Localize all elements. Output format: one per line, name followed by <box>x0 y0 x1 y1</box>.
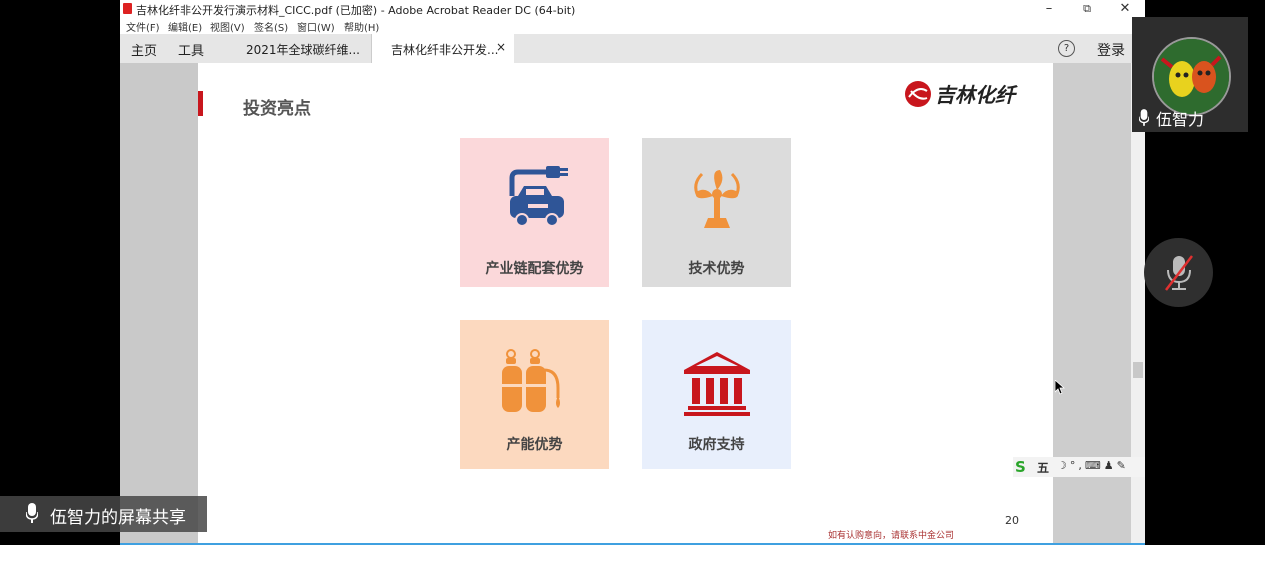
login-button[interactable]: 登录 <box>1097 40 1125 60</box>
restore-button[interactable]: ⧉ <box>1077 2 1097 16</box>
close-button[interactable]: ✕ <box>1115 1 1135 16</box>
page-number: 20 <box>1005 514 1019 527</box>
document-tab-jilin[interactable]: 吉林化纤非公开发... × <box>372 34 514 63</box>
screen-share-text: 伍智力的屏幕共享 <box>50 508 186 528</box>
menu-view[interactable]: 视图(V) <box>210 19 245 34</box>
tools-tab[interactable]: 工具 <box>178 40 204 59</box>
gas-cylinder-icon <box>502 349 560 412</box>
card-label: 技术优势 <box>688 261 745 277</box>
microphone-icon <box>26 503 38 523</box>
close-tab-icon[interactable]: × <box>496 40 506 54</box>
government-building-icon <box>684 352 750 416</box>
ime-mode[interactable]: 五 <box>1037 459 1049 476</box>
tab-bar: 主页 工具 2021年全球碳纤维... 吉林化纤非公开发... × ? 登录 <box>120 34 1132 64</box>
menu-sign[interactable]: 签名(S) <box>254 19 288 34</box>
pdf-page: 投资亮点 吉林化纤 产业链配套优势 技术优势 产能优势 政府支持 如有认购意向，… <box>198 63 1053 545</box>
card-industry-chain: 产业链配套优势 <box>460 138 609 287</box>
home-indicator[interactable] <box>552 554 763 559</box>
menu-bar: 文件(F) 编辑(E) 视图(V) 签名(S) 窗口(W) 帮助(H) <box>120 18 1145 34</box>
participant-name: 伍智力 <box>1156 110 1205 129</box>
card-technology: 技术优势 <box>642 138 791 287</box>
title-bar: 吉林化纤非公开发行演示材料_CICC.pdf (已加密) - Adobe Acr… <box>120 0 1145 18</box>
home-tab[interactable]: 主页 <box>131 40 157 59</box>
page-title: 投资亮点 <box>243 99 311 119</box>
title-accent-bar <box>198 91 203 116</box>
ime-toolbar[interactable]: S 五 ☽°,⌨♟✎ <box>1013 457 1145 477</box>
card-capacity: 产能优势 <box>460 320 609 469</box>
mouse-cursor-icon <box>1055 380 1065 395</box>
contact-footnote: 如有认购意向，请联系中金公司 <box>828 531 955 541</box>
logo-text: 吉林化纤 <box>935 83 1015 107</box>
menu-window[interactable]: 窗口(W) <box>297 19 335 34</box>
screen-share-label: 伍智力的屏幕共享 <box>0 496 207 532</box>
document-tab-carbon-fiber[interactable]: 2021年全球碳纤维... <box>228 34 372 63</box>
document-tab-label: 吉林化纤非公开发... <box>391 43 499 57</box>
scrollbar-thumb[interactable] <box>1133 362 1143 378</box>
menu-file[interactable]: 文件(F) <box>126 19 160 34</box>
mute-button[interactable] <box>1144 238 1213 307</box>
car-charging-icon <box>509 166 568 227</box>
card-government: 政府支持 <box>642 320 791 469</box>
menu-edit[interactable]: 编辑(E) <box>168 19 202 34</box>
minimize-button[interactable]: – <box>1039 1 1059 16</box>
help-icon[interactable]: ? <box>1058 40 1075 57</box>
window-title: 吉林化纤非公开发行演示材料_CICC.pdf (已加密) - Adobe Acr… <box>136 4 576 17</box>
taskbar-highlight <box>120 543 1145 545</box>
sogou-logo-icon: S <box>1015 458 1026 476</box>
card-label: 产能优势 <box>506 437 563 453</box>
participant-tile[interactable]: 伍智力 <box>1132 17 1248 132</box>
fan-icon <box>694 170 740 228</box>
microphone-icon <box>1139 109 1149 126</box>
document-tab-label: 2021年全球碳纤维... <box>246 43 360 57</box>
pdf-icon <box>123 3 132 14</box>
microphone-muted-icon <box>1165 255 1193 291</box>
left-gray-panel <box>120 63 198 545</box>
card-label: 政府支持 <box>688 437 745 453</box>
menu-help[interactable]: 帮助(H) <box>344 19 379 34</box>
card-label: 产业链配套优势 <box>485 261 584 277</box>
ime-tool-icons[interactable]: ☽°,⌨♟✎ <box>1057 459 1129 472</box>
acrobat-window: 吉林化纤非公开发行演示材料_CICC.pdf (已加密) - Adobe Acr… <box>120 0 1145 545</box>
avatar <box>1152 37 1231 116</box>
